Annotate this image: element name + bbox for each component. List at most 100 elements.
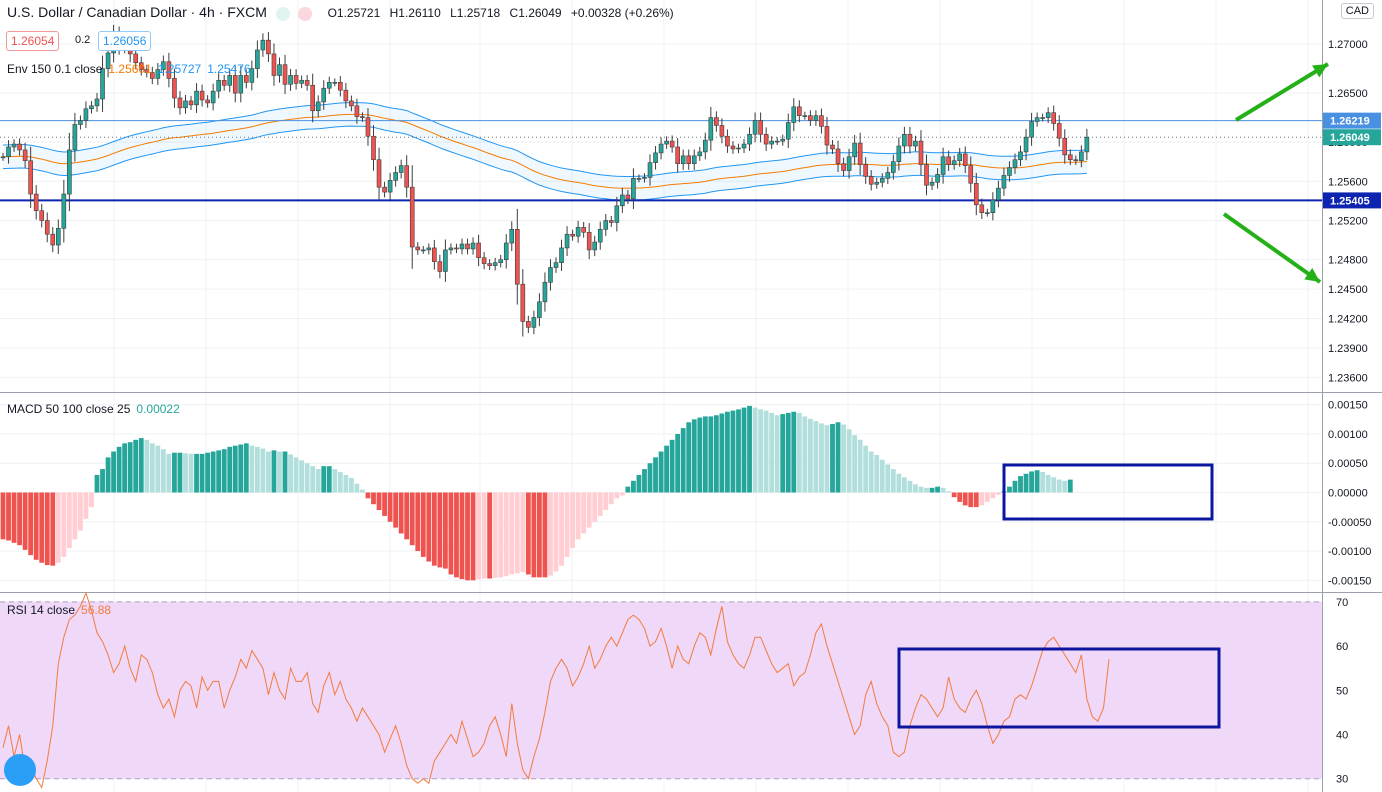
macd-legend-value: 0.00022	[136, 402, 180, 416]
candle-body	[592, 241, 598, 251]
candle-body	[736, 147, 741, 150]
macd-bar	[188, 453, 194, 493]
candle-body	[1045, 112, 1051, 118]
macd-legend[interactable]: MACD 50 100 close 25 0.00022	[7, 402, 186, 416]
macd-bar	[293, 457, 299, 493]
spread-value: 0.2	[75, 34, 91, 46]
macd-bar	[796, 412, 802, 493]
candle-body	[1007, 167, 1012, 176]
price-tick-label: 1.27000	[1328, 39, 1368, 51]
macd-bar	[409, 492, 415, 546]
candle-body	[830, 144, 835, 150]
candle-body	[177, 97, 183, 109]
candle-body	[244, 75, 249, 83]
macd-bar	[437, 492, 443, 568]
macd-bar	[763, 410, 769, 493]
sell-price-box[interactable]: 1.26054	[6, 31, 60, 51]
currency-badge[interactable]: CAD	[1340, 3, 1374, 19]
candle-body	[282, 64, 288, 85]
macd-bar	[769, 412, 775, 493]
price-tick-label: 1.24200	[1328, 314, 1368, 326]
rsi-tick-label: 60	[1336, 641, 1348, 653]
macd-bar	[122, 443, 128, 493]
candle-body	[570, 233, 575, 237]
macd-bar	[548, 492, 553, 576]
macd-bar	[503, 492, 509, 577]
candle-body	[326, 82, 332, 89]
candle-body	[531, 317, 537, 328]
chart-header: U.S. Dollar / Canadian Dollar · 4h · FXC…	[7, 4, 680, 21]
macd-bar	[924, 487, 929, 493]
macd-bar	[1012, 480, 1018, 493]
candle-body	[61, 193, 67, 229]
candle-body	[658, 143, 664, 154]
candle-body	[487, 263, 492, 266]
candle-body	[338, 82, 343, 91]
price-tick-label: 1.24500	[1328, 284, 1368, 296]
macd-bar	[990, 492, 996, 499]
candle-body	[28, 160, 33, 195]
macd-bar	[216, 450, 222, 493]
env-legend-upper: 1.25727	[157, 62, 202, 76]
macd-bar	[531, 492, 537, 578]
candle-body	[0, 156, 6, 159]
candle-body	[852, 142, 857, 158]
candle-body	[813, 115, 819, 121]
candle-body	[238, 75, 244, 94]
macd-bar	[243, 443, 249, 493]
candle-body	[459, 243, 465, 250]
macd-bar	[116, 446, 122, 493]
macd-bar	[702, 416, 708, 493]
macd-bar	[28, 492, 34, 556]
buy-price-box[interactable]: 1.26056	[98, 31, 152, 51]
candle-body	[608, 220, 614, 223]
macd-bar	[592, 492, 598, 522]
macd-bar	[172, 452, 177, 493]
tradingview-logo-icon[interactable]	[4, 754, 36, 786]
candle-body	[653, 152, 658, 163]
candle-body	[636, 178, 642, 180]
macd-bar	[6, 492, 11, 541]
macd-tick-label: 0.00000	[1328, 488, 1368, 500]
candle-body	[885, 172, 891, 179]
macd-bar	[105, 457, 111, 493]
macd-bar	[376, 492, 382, 511]
ohlc-high: H1.26110	[389, 6, 441, 20]
candle-body	[680, 155, 686, 164]
trading-chart[interactable]: 1.270001.265001.260001.256001.252001.248…	[0, 0, 1382, 792]
macd-bar	[459, 492, 465, 580]
macd-bar	[874, 455, 880, 493]
macd-bar	[254, 446, 260, 493]
macd-bar	[481, 492, 487, 579]
candle-body	[426, 247, 432, 251]
status-pills[interactable]	[276, 6, 318, 21]
macd-bar	[315, 469, 321, 493]
env-legend-label: Env 150 0.1 close	[7, 62, 103, 76]
macd-tick-label: 0.00100	[1328, 429, 1368, 441]
candle-body	[730, 145, 736, 150]
candle-body	[614, 205, 620, 223]
env-legend-mid: 1.25601	[108, 62, 152, 76]
arrow-up-shaft	[1234, 62, 1330, 122]
rsi-legend[interactable]: RSI 14 close 56.88	[7, 603, 117, 617]
candle-body	[509, 229, 515, 244]
candle-body	[210, 90, 216, 104]
candle-body	[360, 116, 365, 118]
candle-body	[719, 125, 725, 137]
candle-body	[349, 100, 354, 107]
env-legend-lower: 1.25476	[207, 62, 251, 76]
candle-body	[647, 162, 653, 178]
env-legend[interactable]: Env 150 0.1 close 1.25601 1.25727 1.25476	[7, 62, 257, 76]
macd-bar	[918, 486, 924, 493]
macd-bar	[509, 492, 515, 575]
macd-bar	[205, 452, 211, 493]
macd-bar	[642, 469, 647, 493]
macd-bar	[686, 422, 692, 493]
macd-bar	[525, 492, 531, 575]
macd-bar	[343, 474, 349, 493]
macd-bar	[160, 449, 166, 493]
macd-bar	[249, 445, 255, 493]
candle-body	[299, 80, 304, 84]
macd-bar	[33, 492, 39, 560]
macd-bar	[857, 439, 863, 493]
